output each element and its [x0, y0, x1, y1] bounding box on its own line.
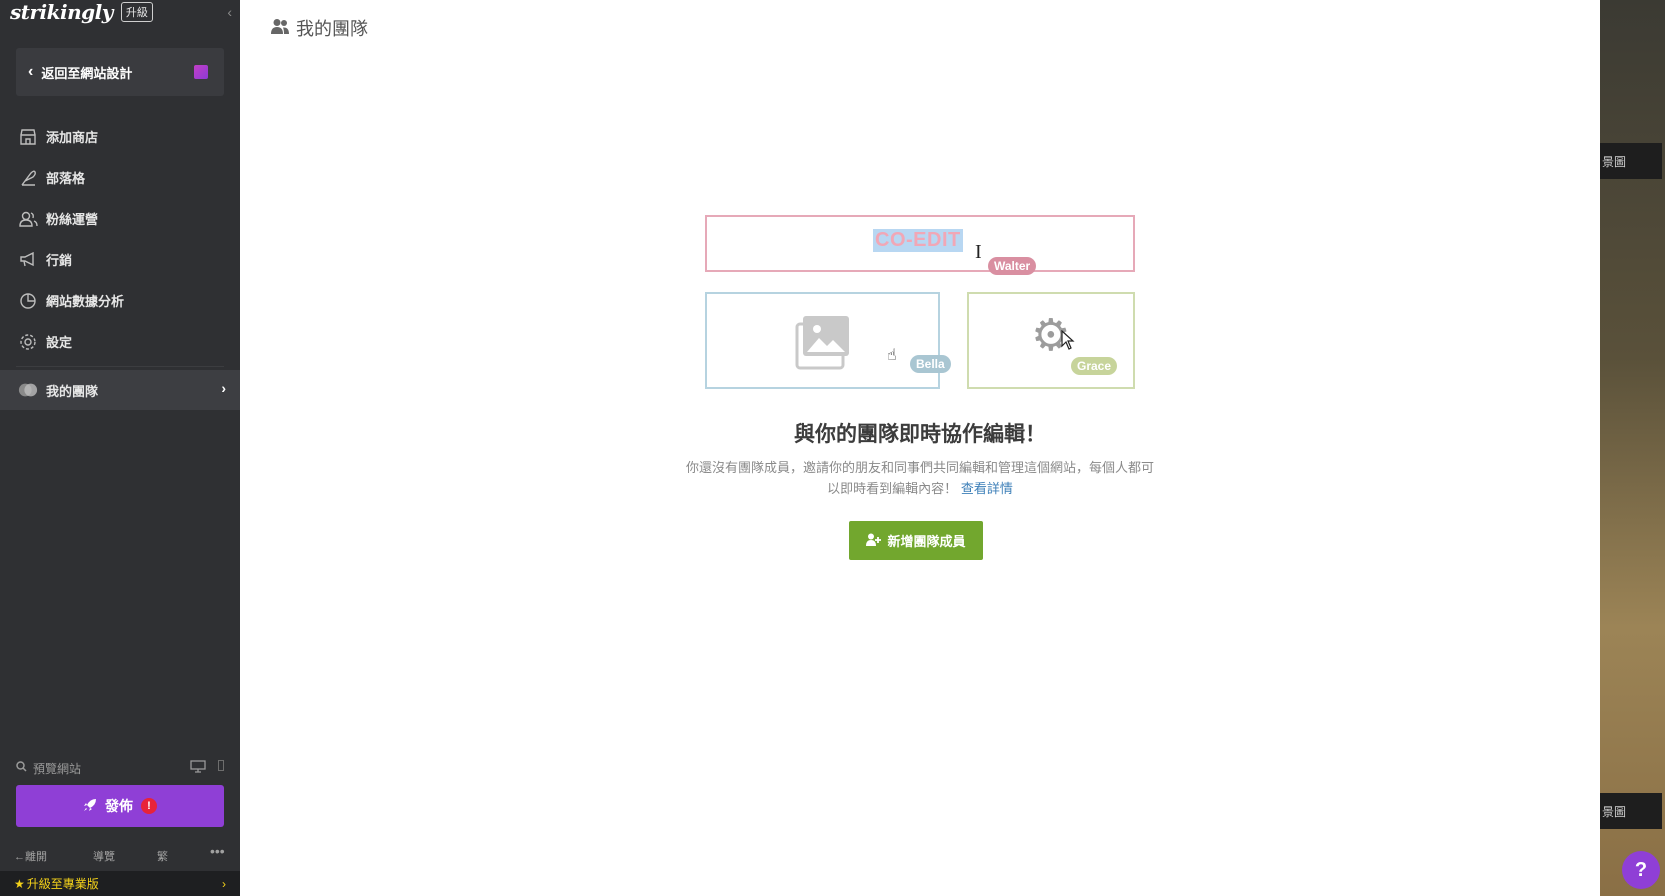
- help-button[interactable]: ?: [1622, 851, 1660, 889]
- language-button[interactable]: 繁: [157, 848, 168, 864]
- megaphone-icon: [18, 250, 38, 270]
- publish-label: 發佈: [105, 798, 133, 814]
- main-panel: 我的團隊 CO-EDIT I Walter ☝ Bella ⚙ Grace 與你…: [240, 0, 1600, 896]
- sidebar-item-label: 添加商店: [46, 130, 99, 145]
- sidebar-item-store[interactable]: 添加商店: [0, 116, 240, 157]
- upgrade-pro-bar[interactable]: ★ 升級至專業版 ›: [0, 871, 240, 896]
- strikingly-logo: strikingly: [10, 0, 113, 24]
- mobile-icon[interactable]: [218, 760, 224, 776]
- team-icon: [18, 380, 38, 400]
- sidebar-item-settings[interactable]: 設定: [0, 321, 240, 362]
- upgrade-badge[interactable]: 升級: [120, 2, 153, 22]
- chevron-left-icon: ‹: [28, 63, 34, 80]
- description: 你還沒有團隊成員，邀請你的朋友和同事們共同編輯和管理這個網站，每個人都可 以即時…: [665, 457, 1175, 499]
- alert-badge: !: [141, 798, 157, 814]
- back-label: 返回至網站設計: [41, 65, 133, 81]
- bottom-bar: ←離開 導覽 繁 •••: [0, 843, 240, 867]
- pie-chart-icon: [18, 291, 38, 311]
- background-image-button[interactable]: 景圖: [1600, 143, 1662, 179]
- arrow-left-icon: ←: [14, 851, 25, 863]
- details-link[interactable]: 查看詳情: [961, 481, 1013, 496]
- exit-button[interactable]: ←離開: [14, 848, 47, 864]
- more-options-icon[interactable]: •••: [210, 843, 225, 859]
- collapse-sidebar-icon[interactable]: ‹: [227, 4, 232, 20]
- sidebar-item-analytics[interactable]: 網站數據分析: [0, 280, 240, 321]
- user-tag: Grace: [1071, 357, 1118, 375]
- preview-site-row: 預覽網站: [16, 758, 224, 778]
- sidebar-item-my-team[interactable]: 我的團隊 ›: [0, 370, 240, 410]
- star-icon: ★: [14, 876, 25, 891]
- store-icon: [18, 127, 38, 147]
- sidebar-item-label: 我的團隊: [46, 383, 99, 399]
- team-members-icon: [270, 18, 290, 39]
- page-title: 我的團隊: [270, 15, 368, 41]
- sidebar-item-marketing[interactable]: 行銷: [0, 239, 240, 280]
- back-to-site-design-button[interactable]: ‹ 返回至網站設計: [16, 48, 224, 96]
- image-block-illustration: [705, 292, 940, 389]
- search-icon: [16, 761, 27, 775]
- arrow-cursor-icon: [1061, 329, 1075, 355]
- rocket-icon: [83, 798, 97, 815]
- page-title-text: 我的團隊: [296, 19, 368, 39]
- sidebar-item-label: 部落格: [46, 171, 86, 186]
- sidebar-item-label: 行銷: [46, 253, 73, 268]
- nav-divider: [16, 366, 224, 367]
- chevron-right-icon: ›: [222, 876, 226, 891]
- users-icon: [18, 209, 38, 229]
- sidebar-item-blog[interactable]: 部落格: [0, 157, 240, 198]
- publish-button[interactable]: 發佈 !: [16, 785, 224, 827]
- guide-button[interactable]: 導覽: [93, 848, 115, 864]
- feather-icon: [18, 168, 38, 188]
- co-edit-text: CO-EDIT: [873, 229, 963, 252]
- add-user-icon: [866, 533, 882, 549]
- sidebar-item-label: 粉絲運營: [46, 212, 99, 227]
- sidebar-item-label: 網站數據分析: [46, 294, 125, 309]
- sidebar: strikingly 升級 ‹ ‹ 返回至網站設計 添加商店 部落格 粉絲運營: [0, 0, 240, 896]
- device-toggle: [190, 760, 224, 776]
- sidebar-item-fans[interactable]: 粉絲運營: [0, 198, 240, 239]
- gear-icon: [18, 332, 38, 352]
- description-line1: 你還沒有團隊成員，邀請你的朋友和同事們共同編輯和管理這個網站，每個人都可: [685, 460, 1154, 475]
- add-team-member-button[interactable]: 新增團隊成員: [849, 521, 983, 560]
- upgrade-pro-label: 升級至專業版: [26, 877, 99, 891]
- add-team-member-label: 新增團隊成員: [887, 534, 966, 549]
- sidebar-item-label: 設定: [46, 335, 73, 350]
- site-thumbnail-icon: [194, 65, 208, 79]
- image-icon: [795, 314, 851, 375]
- chevron-right-icon: ›: [221, 380, 226, 396]
- user-tag: Walter: [988, 257, 1037, 275]
- preview-site-link[interactable]: 預覽網站: [33, 760, 81, 777]
- site-preview-strip: [1600, 0, 1665, 896]
- brand-row: strikingly 升級: [10, 0, 153, 24]
- sidebar-nav: 添加商店 部落格 粉絲運營 行銷 網站數據分析 設定 我的團隊 ›: [0, 116, 240, 410]
- text-cursor-icon: I: [975, 241, 982, 263]
- desktop-icon[interactable]: [190, 760, 206, 776]
- exit-label: 離開: [25, 851, 47, 863]
- headline: 與你的團隊即時協作編輯！: [794, 423, 1046, 446]
- description-line2: 以即時看到編輯內容！: [827, 481, 958, 496]
- background-image-button[interactable]: 景圖: [1600, 793, 1662, 829]
- hand-pointer-icon: ☝: [887, 347, 897, 364]
- user-tag: Bella: [910, 355, 951, 373]
